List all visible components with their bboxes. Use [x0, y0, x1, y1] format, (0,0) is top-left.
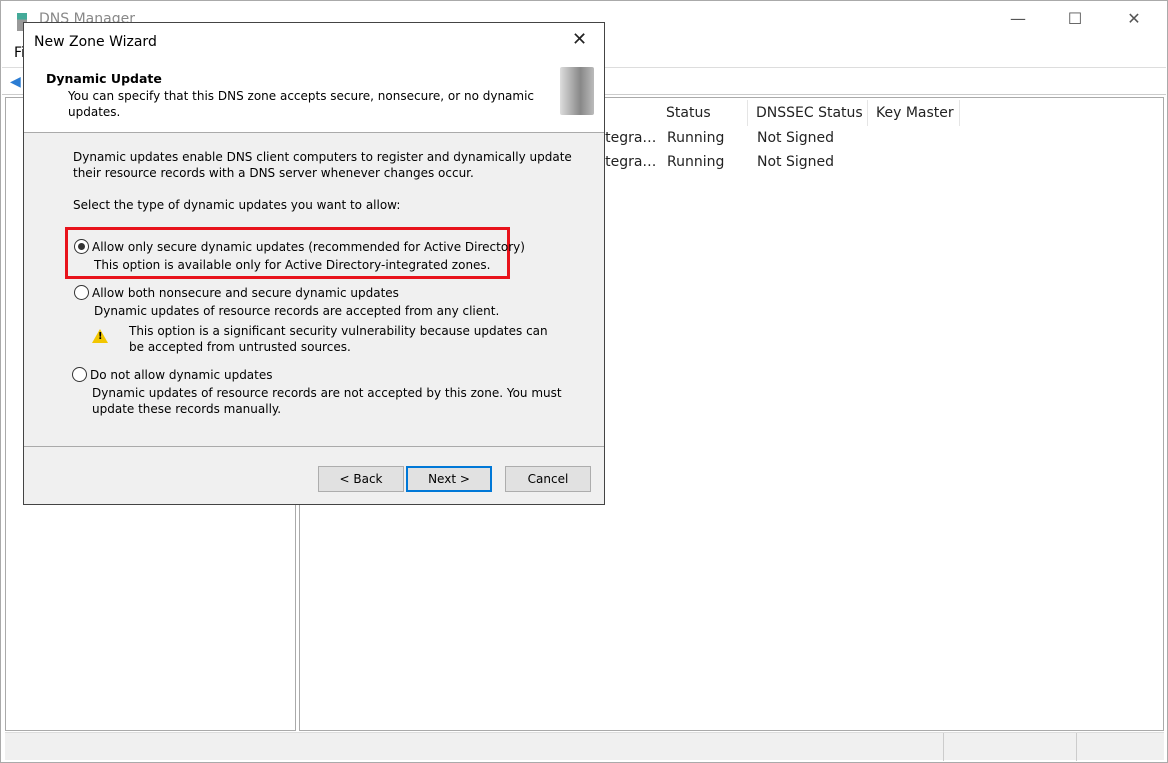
row1-status[interactable]: Running [667, 130, 724, 146]
maximize-button[interactable]: ☐ [1060, 9, 1090, 28]
page-subtitle: You can specify that this DNS zone accep… [68, 89, 535, 119]
row2-status[interactable]: Running [667, 154, 724, 170]
back-button[interactable]: < Back [318, 466, 404, 492]
radio-no-updates[interactable] [72, 367, 87, 382]
option-nonsecure-warning: This option is a significant security vu… [129, 324, 548, 354]
page-title: Dynamic Update [46, 71, 162, 86]
next-button[interactable]: Next > [406, 466, 492, 492]
intro-text: Dynamic updates enable DNS client comput… [73, 150, 572, 180]
column-status[interactable]: Status [658, 100, 748, 126]
option-secure-only-label[interactable]: Allow only secure dynamic updates (recom… [92, 239, 525, 255]
dialog-close-button[interactable]: ✕ [572, 29, 587, 50]
dialog-title: New Zone Wizard [34, 34, 157, 50]
option-none-label[interactable]: Do not allow dynamic updates [90, 367, 273, 383]
option-nonsecure-desc: Dynamic updates of resource records are … [94, 304, 500, 318]
close-button[interactable]: ✕ [1119, 9, 1149, 28]
wizard-header: New Zone Wizard ✕ Dynamic Update You can… [24, 23, 604, 133]
radio-nonsecure-and-secure[interactable] [74, 285, 89, 300]
row2-dnssec[interactable]: Not Signed [757, 154, 834, 170]
status-bar [5, 732, 1164, 761]
option-nonsecure-label[interactable]: Allow both nonsecure and secure dynamic … [92, 285, 399, 301]
column-key-master[interactable]: Key Master [868, 100, 960, 126]
new-zone-wizard-dialog: New Zone Wizard ✕ Dynamic Update You can… [23, 22, 605, 505]
option-secure-only-desc: This option is available only for Active… [94, 258, 491, 272]
row1-dnssec[interactable]: Not Signed [757, 130, 834, 146]
warning-icon: ! [92, 329, 108, 343]
server-icon [560, 67, 594, 115]
column-dnssec-status[interactable]: DNSSEC Status [748, 100, 868, 126]
divider [24, 446, 604, 447]
option-none-desc: Dynamic updates of resource records are … [92, 386, 562, 416]
cancel-button[interactable]: Cancel [505, 466, 591, 492]
back-arrow-icon[interactable]: ◀ [10, 74, 21, 90]
radio-secure-only[interactable] [74, 239, 89, 254]
prompt-text: Select the type of dynamic updates you w… [73, 198, 401, 212]
minimize-button[interactable]: — [1003, 9, 1033, 28]
